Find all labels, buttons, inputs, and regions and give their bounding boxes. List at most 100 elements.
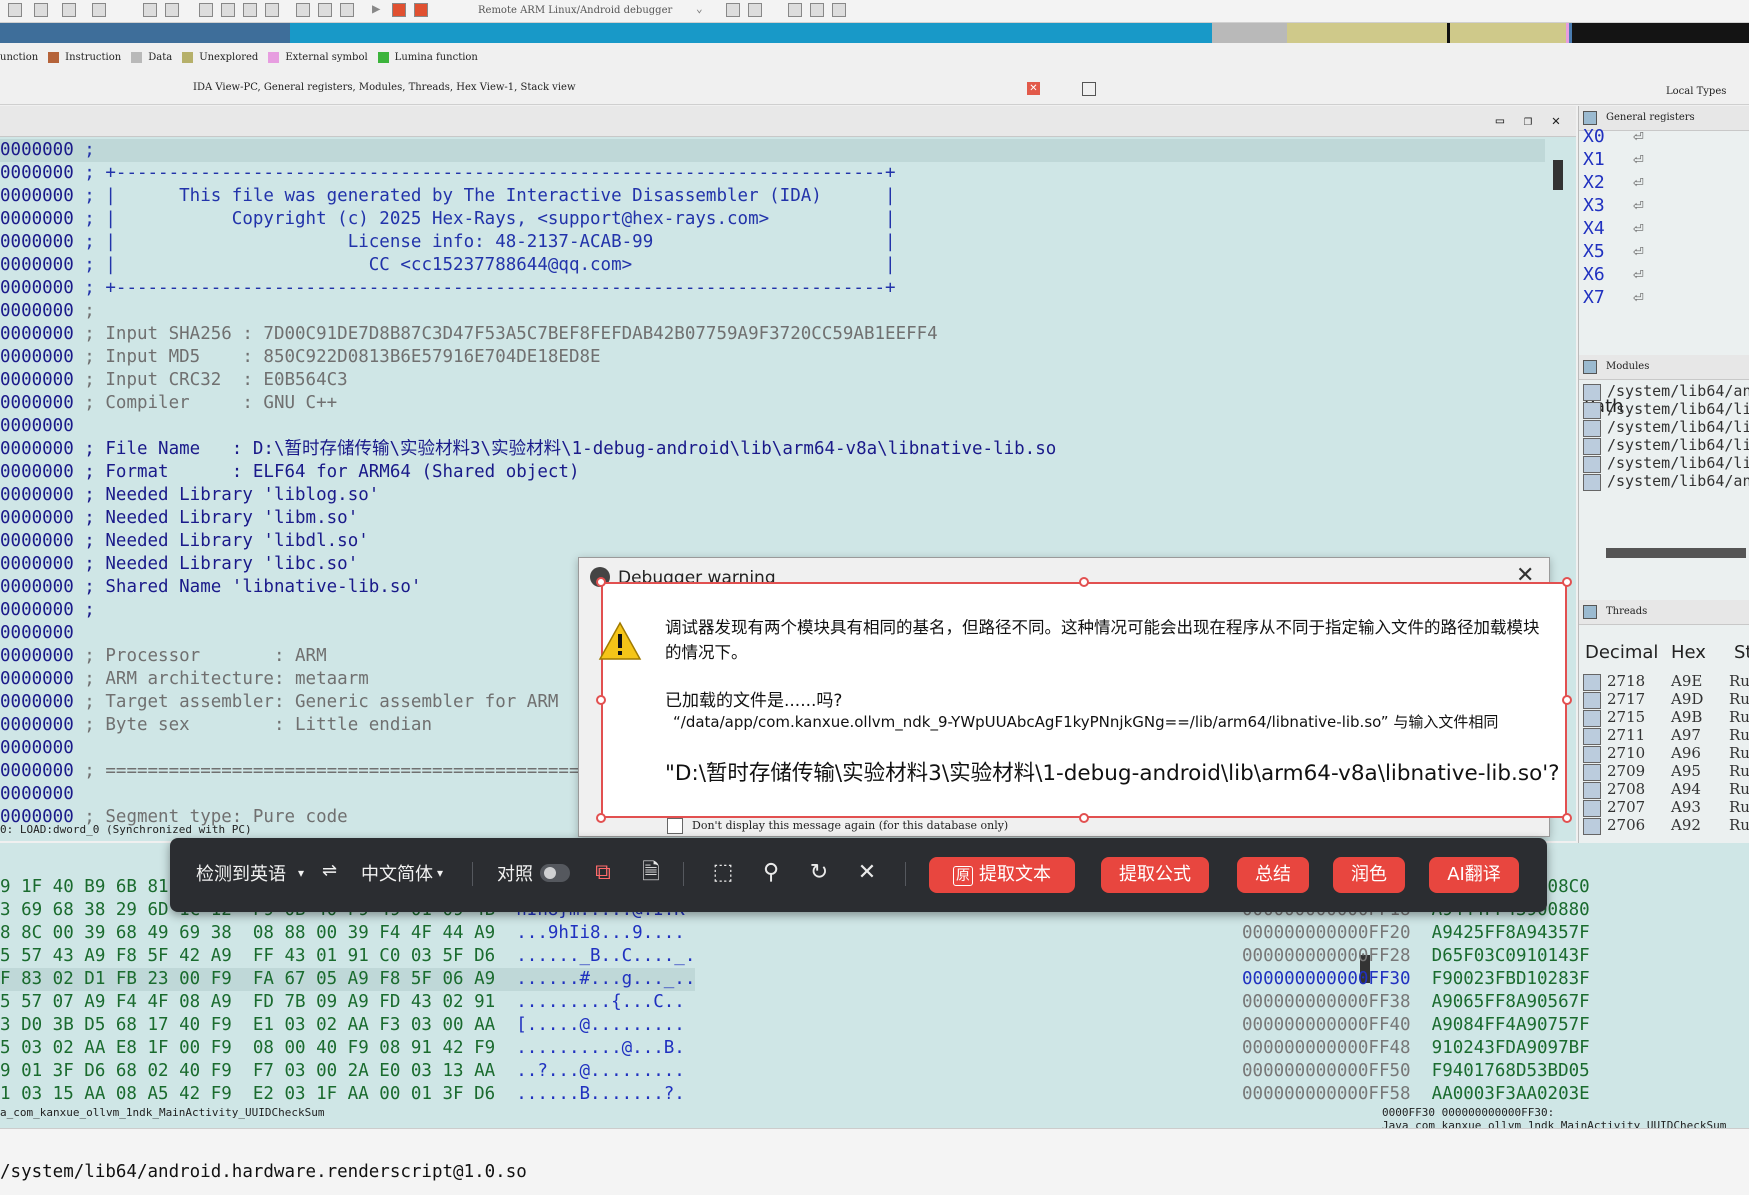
resize-handle[interactable] (596, 695, 606, 705)
thread-cell[interactable]: A93 (1671, 798, 1701, 816)
disassembly-line[interactable]: 0000000 ; Format : ELF64 for ARM64 (Shar… (0, 461, 1540, 484)
select-area-icon[interactable]: ⬚ (710, 860, 736, 886)
close-tab-icon[interactable]: ✕ (1027, 82, 1040, 95)
thread-cell[interactable]: A94 (1671, 780, 1701, 798)
resize-handle[interactable] (1079, 813, 1089, 823)
modules-hscrollbar[interactable] (1606, 548, 1746, 558)
disassembly-line[interactable]: 0000000 ; Input MD5 : 850C922D0813B6E579… (0, 346, 1540, 369)
disassembly-line[interactable]: 0000000 ; Needed Library 'liblog.so' (0, 484, 1540, 507)
thread-cell[interactable]: 2711 (1607, 726, 1645, 744)
restore-icon[interactable]: ❐ (1520, 113, 1536, 129)
resize-handle[interactable] (596, 813, 606, 823)
thread-cell[interactable]: 2718 (1607, 672, 1645, 690)
resize-handle[interactable] (1562, 577, 1572, 587)
stack-row[interactable]: 000000000000FF28 D65F03C0910143F (1242, 945, 1590, 968)
register-name[interactable]: X3 (1583, 195, 1605, 216)
disassembly-line[interactable]: 0000000 ; | CC <cc15237788644@qq.com> | (0, 254, 1540, 277)
swap-languages-icon[interactable]: ⇌ (322, 860, 337, 881)
stop-icon[interactable] (414, 3, 428, 17)
thread-cell[interactable]: Ru (1729, 744, 1749, 762)
list-lines-icon[interactable] (832, 3, 846, 17)
thread-cell[interactable]: A92 (1671, 816, 1701, 834)
hex-row[interactable]: 5 03 02 AA E8 1F 00 F9 08 00 40 F9 08 91… (0, 1037, 695, 1060)
stack-row[interactable]: 000000000000FF58 AA0003F3AA0203E (1242, 1083, 1590, 1106)
module-path[interactable]: /system/lib64/li (1607, 418, 1749, 436)
module-path[interactable]: /system/lib64/an (1607, 472, 1749, 490)
screenshot-translate-icon[interactable]: ⧉ (590, 860, 616, 886)
stack-row[interactable]: 000000000000FF30 F90023FBD10283F (1242, 968, 1590, 991)
patch-icon[interactable] (318, 3, 332, 17)
disassembly-line[interactable]: 0000000 ; | This file was generated by T… (0, 185, 1540, 208)
chevron-down-icon[interactable]: ▾ (437, 866, 443, 880)
thread-cell[interactable]: A95 (1671, 762, 1701, 780)
tab-main[interactable]: IDA View-PC, General registers, Modules,… (193, 82, 576, 93)
vertical-scrollbar-thumb[interactable] (1553, 160, 1563, 190)
jump-arrow-icon[interactable]: ⏎ (1633, 218, 1644, 239)
source-language-select[interactable]: 检测到英语 (196, 860, 286, 886)
register-name[interactable]: X4 (1583, 218, 1605, 239)
resize-handle[interactable] (596, 577, 606, 587)
resize-handle[interactable] (1562, 695, 1572, 705)
thread-cell[interactable]: A9D (1671, 690, 1703, 708)
disassembly-line[interactable]: 0000000 ; Compiler : GNU C++ (0, 392, 1540, 415)
close-icon[interactable]: ✕ (854, 860, 880, 886)
disassembly-line[interactable]: 0000000 ; Input SHA256 : 7D00C91DE7D8B87… (0, 323, 1540, 346)
stack-row[interactable]: 000000000000FF20 A9425FF8A94357F (1242, 922, 1590, 945)
thread-cell[interactable]: A97 (1671, 726, 1701, 744)
list-arrow-icon[interactable] (810, 3, 824, 17)
module-path[interactable]: /system/lib64/li (1607, 400, 1749, 418)
ai-translate-button[interactable]: AI翻译 (1429, 857, 1519, 893)
text-icon[interactable] (92, 3, 106, 17)
thread-cell[interactable]: 2710 (1607, 744, 1645, 762)
close-view-icon[interactable]: ✕ (1548, 113, 1564, 129)
thread-cell[interactable]: Ru (1729, 780, 1749, 798)
thread-cell[interactable]: Ru (1729, 672, 1749, 690)
register-name[interactable]: X5 (1583, 241, 1605, 262)
step-into-icon[interactable] (726, 3, 740, 17)
stack-row[interactable]: 000000000000FF48 910243FDA9097BF (1242, 1037, 1590, 1060)
save-icon[interactable] (8, 3, 22, 17)
chevron-down-icon[interactable]: ⌄ (696, 2, 703, 15)
thread-cell[interactable]: 2708 (1607, 780, 1645, 798)
jump-arrow-icon[interactable]: ⏎ (1633, 126, 1644, 147)
disassembly-line[interactable]: 0000000 ; +-----------------------------… (0, 162, 1540, 185)
thread-cell[interactable]: 2709 (1607, 762, 1645, 780)
list-icon[interactable] (788, 3, 802, 17)
disassembly-line[interactable]: 0000000 (0, 415, 1540, 438)
tab-local-types[interactable]: Local Types (1666, 86, 1726, 97)
resize-handle[interactable] (1079, 577, 1089, 587)
thread-cell[interactable]: Ru (1729, 690, 1749, 708)
func-icon[interactable] (199, 3, 213, 17)
register-name[interactable]: X1 (1583, 149, 1605, 170)
thread-cell[interactable]: 2717 (1607, 690, 1645, 708)
module-path[interactable]: /system/lib64/li (1607, 436, 1749, 454)
open-icon[interactable] (34, 3, 48, 17)
chevron-down-icon[interactable]: ▾ (298, 866, 304, 880)
thread-cell[interactable]: Ru (1729, 762, 1749, 780)
jump-arrow-icon[interactable]: ⏎ (1633, 241, 1644, 262)
save-icon[interactable]: 🗎 (638, 860, 664, 886)
step-over-icon[interactable] (748, 3, 762, 17)
thread-cell[interactable]: Ru (1729, 816, 1749, 834)
stack-row[interactable]: 000000000000FF50 F9401768D53BD05 (1242, 1060, 1590, 1083)
maximize-icon[interactable]: ▭ (1492, 113, 1508, 129)
hex-row[interactable]: F 83 02 D1 FB 23 00 F9 FA 67 05 A9 F8 5F… (0, 968, 696, 991)
extract-text-button[interactable]: 原提取文本 (929, 857, 1075, 893)
disassembly-line[interactable]: 0000000 ; (0, 300, 1540, 323)
play-icon[interactable]: ▶ (372, 1, 380, 17)
register-name[interactable]: X2 (1583, 172, 1605, 193)
summary-button[interactable]: 总结 (1237, 857, 1309, 893)
thread-cell[interactable]: 2707 (1607, 798, 1645, 816)
target-language-select[interactable]: 中文简体 (361, 860, 433, 886)
pause-icon[interactable] (392, 3, 406, 17)
disassembly-line[interactable]: 0000000 ; Input CRC32 : E0B564C3 (0, 369, 1540, 392)
hex-row[interactable]: 3 D0 3B D5 68 17 40 F9 E1 03 02 AA F3 03… (0, 1014, 695, 1037)
thread-cell[interactable]: 2715 (1607, 708, 1645, 726)
thread-cell[interactable]: Ru (1729, 798, 1749, 816)
stop-red-icon[interactable] (296, 3, 310, 17)
graph-icon[interactable] (265, 3, 279, 17)
stack-row[interactable]: 000000000000FF38 A9065FF8A90567F (1242, 991, 1590, 1014)
thread-cell[interactable]: A9B (1671, 708, 1702, 726)
thread-cell[interactable]: Ru (1729, 708, 1749, 726)
register-name[interactable]: X6 (1583, 264, 1605, 285)
